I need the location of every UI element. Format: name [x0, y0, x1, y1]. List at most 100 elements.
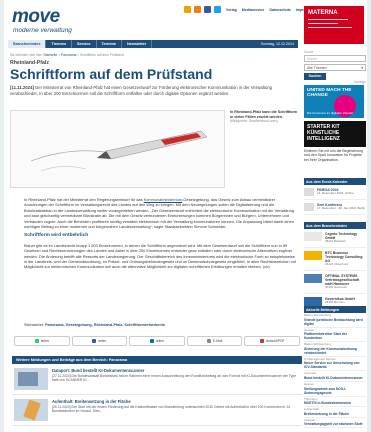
article-title: Schriftform auf dem Prüfstand [10, 66, 213, 82]
nav-newsletter[interactable]: Newsletter [122, 40, 153, 48]
chevron-down-icon: ▾ [361, 66, 363, 70]
vendor-city: 26121 Oldenburg [325, 262, 349, 267]
search-input[interactable]: Suche [304, 55, 366, 62]
vendor-item[interactable]: Cegedo Technology GmbH 38114 Bielefeld [304, 229, 366, 248]
related-thumbnail[interactable] [14, 399, 48, 421]
nav-branchenindex[interactable]: Branchenindex [8, 40, 47, 48]
rss-icon[interactable] [184, 6, 191, 13]
ad-tc-subtext: Die Kommune im digitalen Wandel [307, 111, 353, 115]
share-label: Ansicht/PDF [265, 339, 285, 343]
share-email-button[interactable]: E-Mail [186, 336, 243, 346]
share-whatsapp-button[interactable]: teilen [14, 336, 70, 346]
calendar-item[interactable]: Seel Konferenz 17. Dezember - 18. Jan 202… [304, 200, 366, 215]
ad-label: Anzeige [354, 80, 366, 84]
twitter-icon[interactable] [214, 6, 221, 13]
starter-kit-ad[interactable]: STARTER KIT KÜNSTLICHE INTELLIGENZ [304, 121, 366, 147]
calendar-item[interactable]: FINEXA 2024 14. Dezember 2024, Online [304, 185, 366, 200]
share-linkedin-button[interactable]: teilen [129, 336, 185, 346]
starter-kit-text: Erfahren Sie mit uns die Begeisterung un… [304, 149, 363, 162]
news-title[interactable]: Grande juristische Beobachtung wird digi… [304, 318, 366, 326]
main-navigation: Branchenindex Themen Service Termine New… [8, 40, 298, 48]
current-date: Sonntag, 12.12.2014 [260, 42, 294, 46]
news-item[interactable]: Baden-Württemberg Änderung der Kommunalor… [304, 342, 366, 357]
share-facebook-button[interactable]: teilen [71, 336, 128, 346]
related-text: [27.11.2024] Die Bundesanstalt Bundesfun… [52, 374, 297, 383]
topic-select[interactable]: Alle Themen ▾ [304, 64, 366, 71]
search-button[interactable]: Suchen [304, 73, 326, 80]
vendor-item[interactable]: OPTIMAL SYSTEMS Vertriebsgesellschaft mb… [304, 271, 366, 295]
news-title[interactable]: Neuer Service zur Umschulung von IOV-Sta… [304, 361, 366, 369]
breadcrumb-startseite[interactable]: Startseite [43, 53, 57, 57]
news-title[interactable]: Stellungnahme zum NOSJ-Änderungsgesetz [304, 387, 366, 395]
top-links: Verlag Mediaservice Datenschutz Impressu… [184, 6, 315, 13]
ministry-link[interactable]: Kommunalministerium [144, 197, 183, 202]
materna-banner-ad[interactable]: MATERNA [304, 6, 364, 44]
breadcrumb: Sie befinden sich hier: Startseite > Pan… [10, 53, 124, 57]
share-bar: teilen teilen teilen E-Mail Ansicht/PDF [14, 336, 300, 350]
feed-icon[interactable] [194, 6, 201, 13]
related-title[interactable]: Dataport: Bund bestellt KI-Dokumentensca… [52, 368, 300, 373]
event-date: 14. Dezember 2024, Online [317, 191, 354, 196]
pdf-icon [259, 339, 264, 343]
article-lead: [11.11.2024] Der Ministerrat von Rheinla… [10, 85, 295, 96]
vendor-item[interactable]: BTC Business Technology Consulting AG 261… [304, 248, 366, 272]
tags-links[interactable]: Panorama, Gesetzgebung, Rheinland-Pfalz,… [45, 323, 165, 327]
related-title[interactable]: Aufenthalt: Breitensetzung in der Fläche [52, 399, 300, 404]
paragraph-1: In Rheinland-Pfalz hat der Ministerrat d… [24, 197, 296, 229]
article-body: In Rheinland-Pfalz hat der Ministerrat d… [24, 197, 296, 274]
latest-news: Aktuelle Meldungen Baden-Württemberg Gran… [304, 306, 366, 429]
toplink-verlag[interactable]: Verlag [226, 8, 237, 12]
article-header: Rheinland-Pfalz Schriftform auf dem Prüf… [10, 60, 300, 96]
breadcrumb-panorama[interactable]: Panorama [61, 53, 76, 57]
site-logo[interactable]: move [12, 7, 60, 26]
event-logo [304, 188, 314, 196]
linkedin-icon [149, 339, 154, 343]
news-heading: Aktuelle Meldungen [304, 306, 366, 313]
share-label: teilen [155, 339, 165, 343]
event-calendar: Aus dem Event-Kalender FINEXA 2024 14. De… [304, 178, 366, 215]
vendor-logo [304, 297, 322, 307]
site-logo-subtitle: moderne verwaltung [13, 27, 72, 34]
news-item[interactable]: IT-Management Service Neuer Service zur U… [304, 357, 366, 372]
united-ad[interactable]: UNITED MACH THE CHANGE Die Kommune im di… [304, 85, 364, 118]
related-item[interactable]: Dataport: Bund bestellt KI-Dokumentensca… [12, 364, 302, 395]
article-image [10, 110, 225, 188]
page: Verlag Mediaservice Datenschutz Impressu… [4, 0, 367, 432]
related-thumbnail[interactable] [14, 368, 48, 390]
nav-termine[interactable]: Termine [97, 40, 123, 48]
news-item[interactable]: Baden-Württemberg Grande juristische Beob… [304, 313, 366, 328]
news-title[interactable]: Plattformbetreiber Start der Kundenbox [304, 332, 366, 340]
pen-illustration [11, 111, 224, 187]
news-item[interactable]: Hessen Plattformbetreiber Start der Kunde… [304, 328, 366, 343]
article-subheading: Schriftform wird entbehrlich [24, 233, 89, 239]
share-label: teilen [98, 339, 107, 343]
nav-service[interactable]: Service [72, 40, 97, 48]
news-title[interactable]: Verwaltungsgipfel zur nächsten Stufe [304, 422, 366, 426]
calendar-heading: Aus dem Event-Kalender [304, 178, 366, 185]
related-item[interactable]: Aufenthalt: Breitensetzung in der Fläche… [12, 395, 302, 426]
news-title[interactable]: Bund bestellt KI-Dokumentenscanner [304, 376, 366, 380]
news-item[interactable]: Cyberark Bund bestellt KI-Dokumentenscann… [304, 371, 366, 382]
news-title[interactable]: Änderung der Kommunalordnung verabschied… [304, 347, 366, 355]
news-item[interactable]: Lutherstadt Breitensetzung in der Fläche [304, 407, 366, 418]
news-title[interactable]: Breitensetzung in der Fläche [304, 412, 366, 416]
search-box: Suche Suche Alle Themen ▾ Suchen [304, 50, 366, 80]
breadcrumb-prefix: Sie befinden sich hier: [10, 53, 43, 57]
image-caption: In Rheinland-Pfalz kann die Schriftform … [230, 110, 298, 124]
news-title[interactable]: MOETIS in Bundeskommunen [304, 401, 366, 405]
facebook-icon[interactable] [204, 6, 211, 13]
share-pdf-button[interactable]: Ansicht/PDF [244, 336, 300, 346]
lead-text: Der Ministerrat von Rheinland-Pfalz hat … [10, 85, 273, 96]
news-item[interactable]: Hessen Stellungnahme zum NOSJ-Änderungsge… [304, 382, 366, 397]
share-label: E-Mail [212, 339, 223, 343]
news-item[interactable]: Stuttgart Verwaltungsgipfel zur nächsten … [304, 418, 366, 429]
tags-label: Stichwörter: [24, 323, 45, 327]
paragraph-2: Bisher gibt es im Landesrecht knapp 1.50… [24, 242, 296, 270]
news-item[interactable]: Thüringen MOETIS in Bundeskommunen [304, 397, 366, 408]
event-date: 17. Dezember - 18. Jan 2024, Berlin [317, 206, 366, 211]
nav-themen[interactable]: Themen [46, 40, 72, 48]
vendor-city: 30163 Hannover [325, 285, 348, 290]
breadcrumb-current: Schriftform auf dem Prüfstand [80, 53, 124, 57]
toplink-datenschutz[interactable]: Datenschutz [269, 8, 290, 12]
toplink-mediaservice[interactable]: Mediaservice [242, 8, 265, 12]
